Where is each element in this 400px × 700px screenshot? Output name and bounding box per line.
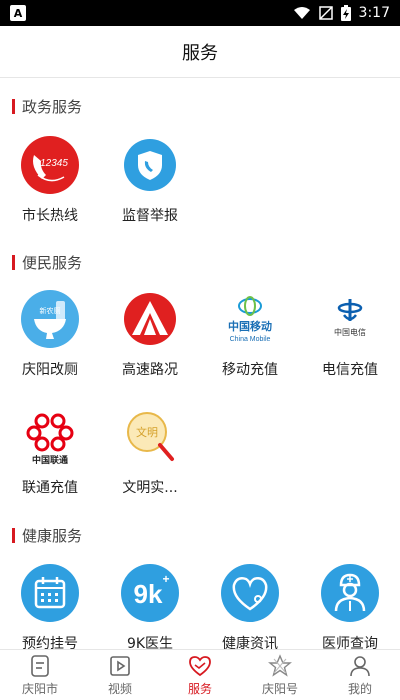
service-supervision-report[interactable]: 监督举报 [100,135,200,225]
service-health-news[interactable]: 健康资讯 [200,563,300,649]
wifi-icon [293,7,310,19]
battery-charging-icon [340,5,351,21]
service-label: 文明实... [122,480,178,496]
service-label: 健康资讯 [222,636,278,649]
toilet-icon: 新农厕 [20,289,80,349]
svg-text:中国移动: 中国移动 [228,319,272,333]
service-appointment[interactable]: 预约挂号 [0,563,100,649]
document-icon [31,654,49,677]
service-label: 联通充值 [22,480,78,496]
tab-qingyang-account[interactable]: 庆阳号 [240,650,320,700]
service-label: 医师查询 [322,636,378,649]
heart-stethoscope-icon [220,563,280,623]
service-mobile-recharge[interactable]: 中国移动 China Mobile 移动充值 [200,289,300,379]
section-title-government: 政务服务 [12,96,82,117]
tab-services[interactable]: 服务 [160,650,240,700]
service-label: 电信充值 [322,362,378,378]
svg-text:9k: 9k [134,579,163,609]
services-content: 政务服务 12345 市长热线 监督举报 便民服务 新农厕 庆阳改厕 高速路况 … [0,79,400,649]
service-telecom-recharge[interactable]: 中国电信 电信充值 [300,289,400,379]
service-label: 9K医生 [126,636,174,649]
tab-qingyang-city[interactable]: 庆阳市 [0,650,80,700]
service-label: 预约挂号 [22,636,78,649]
status-bar: A 3:17 [0,0,400,26]
section-marker [12,99,15,114]
highway-icon [120,289,180,349]
svg-text:文明: 文明 [136,425,158,439]
tab-video[interactable]: 视频 [80,650,160,700]
service-9k-doctor[interactable]: 9k + 9K医生 [100,563,200,649]
section-title-convenience: 便民服务 [12,252,82,273]
service-toilet-reform[interactable]: 新农厕 庆阳改厕 [0,289,100,379]
svg-text:China Mobile: China Mobile [230,336,271,343]
section-marker [12,255,15,270]
video-icon [110,655,130,676]
page-title: 服务 [182,42,218,64]
clock: 3:17 [358,5,390,21]
china-telecom-logo-icon: 中国电信 [320,289,380,349]
calendar-icon [20,563,80,623]
person-icon [350,655,370,676]
handshake-icon [189,655,211,676]
svg-text:新农厕: 新农厕 [40,306,61,315]
hotline-phone-icon: 12345 [20,135,80,195]
service-unicom-recharge[interactable]: 中国联通 联通充值 [0,407,100,497]
doctor-icon [320,563,380,623]
service-label: 高速路况 [122,362,178,378]
no-signal-icon [318,6,333,20]
magnifier-icon: 文明 [120,407,180,467]
china-unicom-logo-icon: 中国联通 [20,407,80,467]
service-label: 市长热线 [22,208,78,224]
app-notification-icon: A [10,5,26,21]
service-mayor-hotline[interactable]: 12345 市长热线 [0,135,100,225]
svg-text:中国联通: 中国联通 [32,454,68,466]
bottom-tab-bar: 庆阳市 视频 服务 庆阳号 我的 [0,649,400,700]
title-bar: 服务 [0,26,400,78]
service-label: 监督举报 [122,208,178,224]
china-mobile-logo-icon: 中国移动 China Mobile [220,289,280,349]
svg-text:中国电信: 中国电信 [334,327,366,337]
section-title-health: 健康服务 [12,525,82,546]
service-doctor-search[interactable]: 医师查询 [300,563,400,649]
section-marker [12,528,15,543]
star-icon [268,653,292,677]
tab-me[interactable]: 我的 [320,650,400,700]
service-civilization-practice[interactable]: 文明 文明实... [100,407,200,497]
9k-doctor-icon: 9k + [120,563,180,623]
service-label: 庆阳改厕 [22,362,78,378]
service-label: 移动充值 [222,362,278,378]
svg-text:12345: 12345 [40,158,68,169]
service-highway-conditions[interactable]: 高速路况 [100,289,200,379]
svg-text:+: + [162,572,169,586]
shield-phone-icon [120,135,180,195]
